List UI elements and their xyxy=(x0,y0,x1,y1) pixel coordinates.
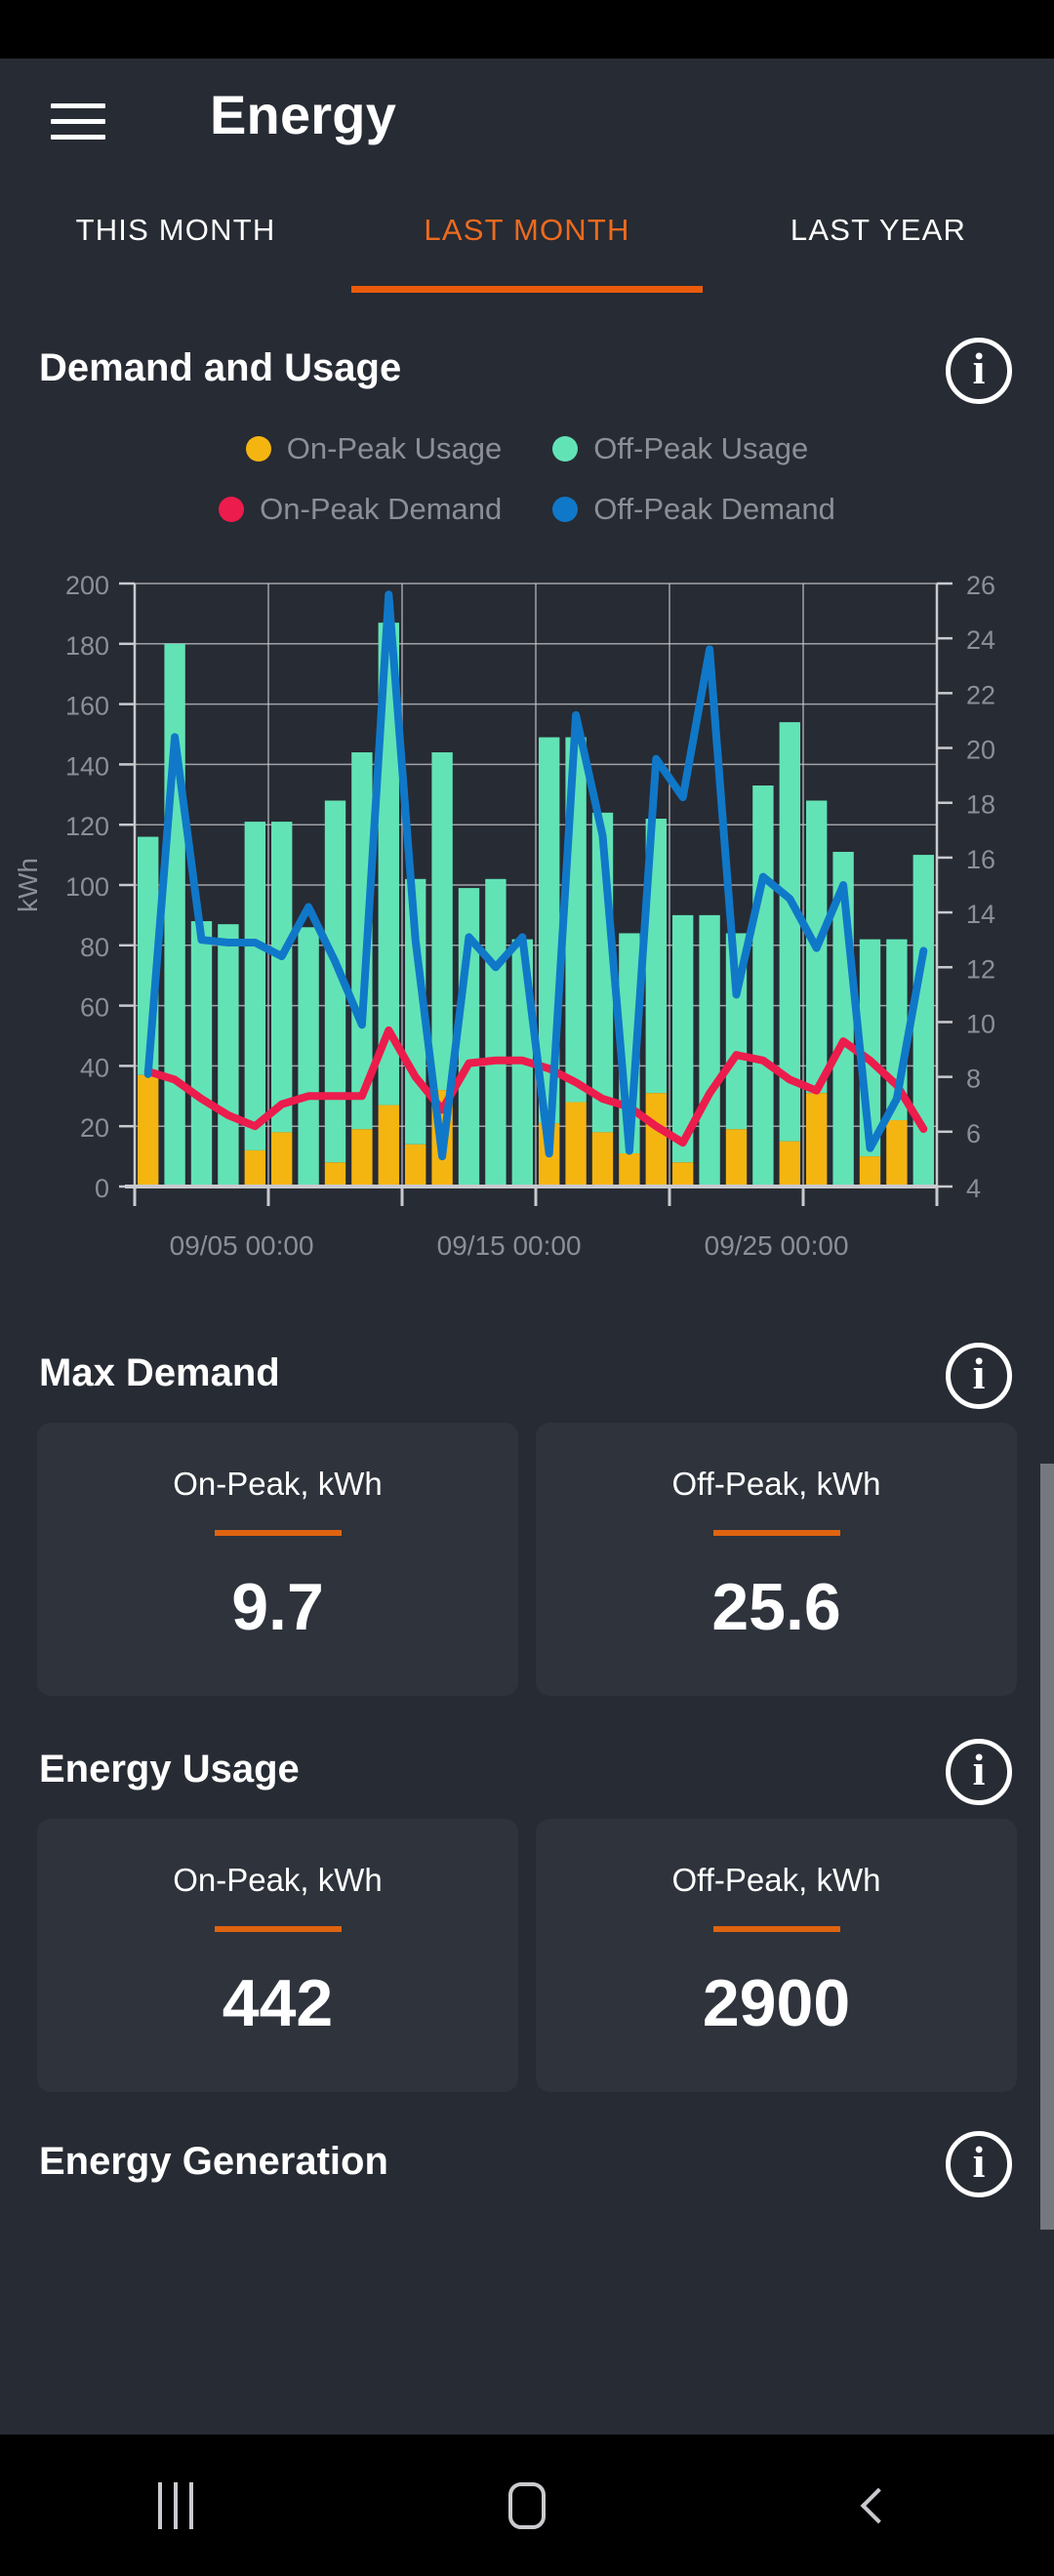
demand-and-usage-chart[interactable]: 0 20 40 60 80 100 120 140 160 180 200 4 6 8 10 12 14 16 18… xyxy=(0,562,1054,1304)
svg-text:20: 20 xyxy=(80,1113,109,1143)
page-title: Energy xyxy=(210,84,397,145)
svg-text:180: 180 xyxy=(65,631,109,661)
card-label: On-Peak, kWh xyxy=(173,1862,383,1898)
svg-text:10: 10 xyxy=(966,1009,995,1038)
legend-label: Off-Peak Demand xyxy=(593,492,835,526)
back-button[interactable] xyxy=(703,2435,1054,2576)
hamburger-menu-icon[interactable] xyxy=(51,103,105,142)
svg-text:24: 24 xyxy=(966,625,995,655)
home-button[interactable] xyxy=(351,2435,703,2576)
card-underline xyxy=(712,1530,840,1536)
legend-item-off-peak-demand[interactable]: Off-Peak Demand xyxy=(552,492,835,527)
info-icon-demand-and-usage[interactable] xyxy=(946,338,1012,404)
chart-legend: On-Peak Usage Off-Peak Usage On-Peak Dem… xyxy=(0,418,1054,562)
legend-dot-icon xyxy=(552,497,579,522)
card-value: 2900 xyxy=(702,1966,851,2040)
section-title: Energy Usage xyxy=(39,1748,300,1791)
svg-text:09/05 00:00: 09/05 00:00 xyxy=(170,1230,314,1261)
svg-text:16: 16 xyxy=(966,845,995,874)
phone-screen: Energy THIS MONTH LAST MONTH LAST YEAR D… xyxy=(0,0,1054,2576)
energy-usage-off-peak-card[interactable]: Off-Peak, kWh 2900 xyxy=(536,1819,1017,2092)
status-bar xyxy=(0,0,1054,59)
svg-text:6: 6 xyxy=(966,1119,981,1148)
legend-item-on-peak-usage[interactable]: On-Peak Usage xyxy=(245,431,503,466)
card-value: 442 xyxy=(222,1966,334,2040)
section-header-max-demand: Max Demand xyxy=(0,1329,1054,1423)
card-label: Off-Peak, kWh xyxy=(671,1466,881,1502)
card-value: 25.6 xyxy=(711,1570,841,1644)
chart-canvas: 0 20 40 60 80 100 120 140 160 180 200 4 6 8 10 12 14 16 18… xyxy=(13,571,995,1261)
legend-dot-icon xyxy=(245,436,271,462)
svg-text:60: 60 xyxy=(80,993,109,1023)
svg-text:0: 0 xyxy=(95,1174,109,1203)
info-icon-energy-generation[interactable] xyxy=(946,2131,1012,2197)
svg-text:18: 18 xyxy=(966,790,995,820)
app-header: Energy xyxy=(0,59,1054,176)
card-label: On-Peak, kWh xyxy=(173,1466,383,1502)
svg-text:200: 200 xyxy=(65,571,109,600)
info-icon-energy-usage[interactable] xyxy=(946,1739,1012,1805)
card-underline xyxy=(712,1926,840,1932)
section-header-energy-generation: Energy Generation xyxy=(0,2117,1054,2211)
svg-text:20: 20 xyxy=(966,736,995,765)
section-title: Demand and Usage xyxy=(39,346,402,389)
max-demand-cards: On-Peak, kWh 9.7 Off-Peak, kWh 25.6 xyxy=(0,1423,1054,1696)
svg-text:14: 14 xyxy=(966,900,995,929)
section-title: Energy Generation xyxy=(39,2140,388,2183)
svg-text:40: 40 xyxy=(80,1053,109,1082)
tab-last-month[interactable]: LAST MONTH xyxy=(351,176,703,283)
svg-text:12: 12 xyxy=(966,954,995,984)
period-tabs: THIS MONTH LAST MONTH LAST YEAR xyxy=(0,176,1054,283)
svg-text:8: 8 xyxy=(966,1065,981,1094)
section-header-energy-usage: Energy Usage xyxy=(0,1725,1054,1819)
svg-text:160: 160 xyxy=(65,692,109,721)
svg-text:100: 100 xyxy=(65,872,109,902)
recents-button[interactable] xyxy=(0,2435,351,2576)
svg-text:120: 120 xyxy=(65,812,109,841)
app-content: Energy THIS MONTH LAST MONTH LAST YEAR D… xyxy=(0,59,1054,2435)
svg-text:09/15 00:00: 09/15 00:00 xyxy=(437,1230,582,1261)
card-underline xyxy=(214,1530,342,1536)
legend-dot-icon xyxy=(219,497,245,522)
home-icon xyxy=(508,2481,546,2529)
legend-item-on-peak-demand[interactable]: On-Peak Demand xyxy=(219,492,502,527)
legend-row-demand: On-Peak Demand Off-Peak Demand xyxy=(0,492,1054,527)
svg-text:4: 4 xyxy=(966,1174,981,1203)
card-value: 9.7 xyxy=(231,1570,324,1644)
card-label: Off-Peak, kWh xyxy=(671,1862,881,1898)
energy-usage-cards: On-Peak, kWh 442 Off-Peak, kWh 2900 xyxy=(0,1819,1054,2092)
max-demand-off-peak-card[interactable]: Off-Peak, kWh 25.6 xyxy=(536,1423,1017,1696)
tab-last-year[interactable]: LAST YEAR xyxy=(703,176,1054,283)
svg-text:22: 22 xyxy=(966,680,995,709)
recents-icon xyxy=(152,2481,199,2529)
max-demand-on-peak-card[interactable]: On-Peak, kWh 9.7 xyxy=(37,1423,518,1696)
legend-item-off-peak-usage[interactable]: Off-Peak Usage xyxy=(552,431,808,466)
svg-text:80: 80 xyxy=(80,933,109,962)
tab-this-month[interactable]: THIS MONTH xyxy=(0,176,351,283)
back-chevron-icon xyxy=(860,2487,897,2523)
legend-label: Off-Peak Usage xyxy=(593,431,809,465)
svg-text:140: 140 xyxy=(65,751,109,781)
android-nav-bar xyxy=(0,2435,1054,2576)
section-title: Max Demand xyxy=(39,1351,280,1394)
legend-label: On-Peak Usage xyxy=(286,431,503,465)
svg-text:09/25 00:00: 09/25 00:00 xyxy=(705,1230,849,1261)
legend-label: On-Peak Demand xyxy=(260,492,503,526)
info-icon-max-demand[interactable] xyxy=(946,1343,1012,1409)
svg-text:kWh: kWh xyxy=(13,858,43,912)
legend-dot-icon xyxy=(552,436,579,462)
vertical-scrollbar[interactable] xyxy=(1040,1464,1054,2230)
energy-usage-on-peak-card[interactable]: On-Peak, kWh 442 xyxy=(37,1819,518,2092)
legend-row-usage: On-Peak Usage Off-Peak Usage xyxy=(0,431,1054,466)
card-underline xyxy=(214,1926,342,1932)
section-header-demand-and-usage: Demand and Usage xyxy=(0,324,1054,418)
svg-text:26: 26 xyxy=(966,571,995,600)
